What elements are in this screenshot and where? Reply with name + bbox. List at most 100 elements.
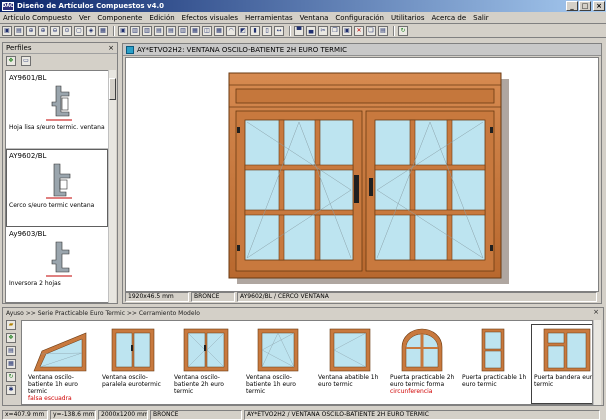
menu-edicion[interactable]: Edición <box>149 14 174 22</box>
list-item[interactable]: Ventana oscilo-batiente 2h euro termic <box>172 325 242 403</box>
bars-icon[interactable]: ▦ <box>214 25 224 36</box>
model-thumbnail-icon <box>481 328 505 372</box>
list-item[interactable]: Puerta bandera euro termic <box>531 324 592 404</box>
view-icons-icon[interactable]: ❖ <box>6 333 16 343</box>
design-canvas[interactable] <box>125 57 599 292</box>
print-icon[interactable]: ▤ <box>14 25 24 36</box>
status-color: BRONCE <box>150 409 242 420</box>
list-item[interactable]: Ventana oscilo-paralela eurotermic <box>100 325 170 403</box>
perfiles-toolbar: ❖ ▭ <box>3 54 117 68</box>
profile-desc: Cerco s/euro termic ventana <box>9 202 95 209</box>
handle-icon[interactable]: ▮ <box>250 25 260 36</box>
document-icon <box>126 45 134 54</box>
list-item[interactable]: Puerta practicable 1h euro termic <box>460 325 530 403</box>
perfiles-close-icon[interactable]: × <box>108 44 114 52</box>
scroll-thumb[interactable] <box>109 78 116 100</box>
mullion-icon[interactable]: ▥ <box>178 25 188 36</box>
open-folder-icon[interactable]: ▰ <box>6 320 16 330</box>
frame-icon[interactable]: ▣ <box>118 25 128 36</box>
profile-section-icon <box>46 163 72 199</box>
view-list-icon[interactable]: ▭ <box>21 56 31 66</box>
dimension-icon[interactable]: ↔ <box>274 25 284 36</box>
glass-icon[interactable]: ◫ <box>202 25 212 36</box>
list-item[interactable]: Puerta practicable 2h euro termic forma c… <box>388 325 458 403</box>
app-logo-icon: DAC <box>2 1 14 11</box>
menu-ver[interactable]: Ver <box>79 14 90 22</box>
perfiles-title: Perfiles <box>6 44 32 52</box>
copy-object-icon[interactable]: ❏ <box>366 25 376 36</box>
model-note: circunferencia <box>390 388 433 395</box>
model-name: Ventana abatible 1h euro termic <box>318 374 379 388</box>
save-icon[interactable]: ▣ <box>2 25 12 36</box>
zoom-icon[interactable]: ⊕ <box>26 25 36 36</box>
zoom-area-icon[interactable]: ⊙ <box>62 25 72 36</box>
close-button[interactable]: × <box>593 1 605 11</box>
models-toolbar: ▰ ❖ ▤ ▦ ↻ ✱ <box>5 320 19 404</box>
minimize-button[interactable]: _ <box>566 1 578 11</box>
model-thumbnail-icon <box>401 328 443 372</box>
copy-icon[interactable]: ❐ <box>330 25 340 36</box>
hinge-icon[interactable]: ▯ <box>262 25 272 36</box>
model-name: Puerta practicable 1h euro termic <box>462 374 527 388</box>
models-scrollbar[interactable] <box>593 320 601 405</box>
refresh-icon[interactable]: ↻ <box>398 25 408 36</box>
zoom-out-icon[interactable]: ⊖ <box>50 25 60 36</box>
left-glass <box>244 119 354 261</box>
menu-ventana[interactable]: Ventana <box>300 14 329 22</box>
window-title: Diseño de Artículos Compuestos v4.0 <box>17 2 164 10</box>
menu-componente[interactable]: Componente <box>97 14 142 22</box>
maximize-button[interactable]: □ <box>579 1 591 11</box>
menu-acerca-de[interactable]: Acerca de <box>432 14 467 22</box>
align-bottom-icon[interactable]: ▄ <box>306 25 316 36</box>
design-status: 1920x46.5 mm BRONCE AY9602/BL / CERCO VE… <box>125 292 599 302</box>
list-item[interactable]: Ay9603/BL Inversora 2 hojas <box>6 227 108 302</box>
grid-icon[interactable]: ▦ <box>98 25 108 36</box>
cut-icon[interactable]: ✂ <box>318 25 328 36</box>
menu-herramientas[interactable]: Herramientas <box>245 14 293 22</box>
list-item[interactable]: Ventana oscilo-batiente 1h euro termic fa… <box>26 325 96 403</box>
arch-icon[interactable]: ◠ <box>226 25 236 36</box>
refresh-icon[interactable]: ↻ <box>6 372 16 382</box>
profile-desc: Inversora 2 hojas <box>9 280 61 287</box>
sash-icon[interactable]: ▥ <box>130 25 140 36</box>
menu-efectos-visuales[interactable]: Efectos visuales <box>182 14 238 22</box>
menu-salir[interactable]: Salir <box>473 14 489 22</box>
grid-icon[interactable]: ▦ <box>6 359 16 369</box>
split-horizontal-icon[interactable]: ▤ <box>154 25 164 36</box>
menu-bar: Artículo Compuesto Ver Componente Edició… <box>0 12 606 24</box>
app-window: DAC Diseño de Artículos Compuestos v4.0 … <box>0 0 606 420</box>
models-close-icon[interactable]: × <box>593 308 599 316</box>
model-label: Ventana oscilo-paralela eurotermic <box>102 374 170 388</box>
list-item[interactable]: AY9601/BL Hoja lisa s/euro termic. venta… <box>6 71 108 149</box>
zoom-in-icon[interactable]: ⊕ <box>38 25 48 36</box>
properties-icon[interactable]: ▤ <box>378 25 388 36</box>
list-item[interactable]: Ventana oscilo-batiente 1h euro termic <box>244 325 314 403</box>
profile-desc: Hoja lisa s/euro termic. ventana <box>9 124 105 131</box>
breadcrumb: Ayuso >> Serie Practicable Euro Termic >… <box>6 309 200 317</box>
delete-icon[interactable]: ✕ <box>354 25 364 36</box>
models-header: Ayuso >> Serie Practicable Euro Termic >… <box>3 308 603 318</box>
align-top-icon[interactable]: ▀ <box>294 25 304 36</box>
window-drawing <box>228 72 509 284</box>
paste-icon[interactable]: ▣ <box>342 25 352 36</box>
view-icons-icon[interactable]: ❖ <box>6 56 16 66</box>
list-item[interactable]: Ventana abatible 1h euro termic <box>316 325 386 403</box>
split-vertical-icon[interactable]: ▥ <box>142 25 152 36</box>
right-glass <box>374 119 486 261</box>
model-thumbnail-icon <box>111 328 155 372</box>
menu-utilitarios[interactable]: Utilitarios <box>391 14 425 22</box>
perfiles-scrollbar[interactable] <box>108 70 116 303</box>
transom-icon[interactable]: ▤ <box>166 25 176 36</box>
view-list-icon[interactable]: ▤ <box>6 346 16 356</box>
layers-icon[interactable]: ◈ <box>86 25 96 36</box>
menu-configuracion[interactable]: Configuración <box>335 14 384 22</box>
model-thumbnail-icon <box>329 328 371 372</box>
status-y: y=-138.6 mm <box>50 409 96 420</box>
opening-icon[interactable]: ◩ <box>238 25 248 36</box>
settings-icon[interactable]: ✱ <box>6 385 16 395</box>
menu-articulo-compuesto[interactable]: Artículo Compuesto <box>3 14 72 22</box>
fit-icon[interactable]: ▢ <box>74 25 84 36</box>
list-item[interactable]: AY9602/BL Cerco s/euro termic ventana <box>6 149 108 227</box>
model-label: Ventana oscilo-batiente 1h euro termic fa… <box>28 374 96 402</box>
panel-icon[interactable]: ▦ <box>190 25 200 36</box>
